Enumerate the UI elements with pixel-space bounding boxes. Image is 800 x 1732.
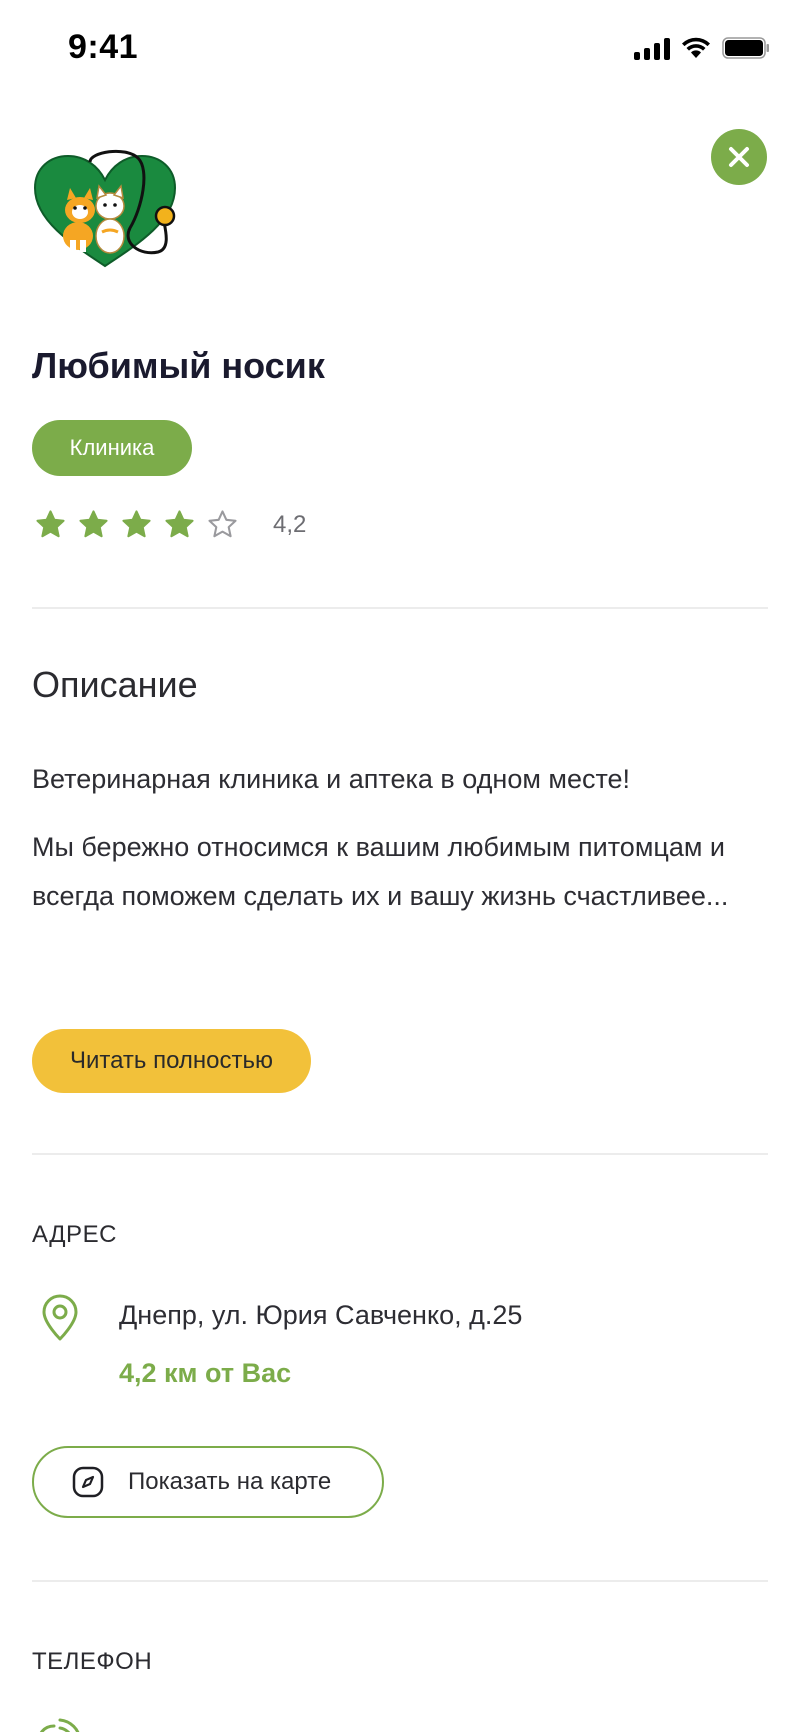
address-text: Днепр, ул. Юрия Савченко, д.25 [119,1300,523,1330]
compass-icon [72,1466,104,1498]
close-button[interactable] [711,129,767,185]
phone-icon [39,1718,80,1732]
show-on-map-button[interactable]: Показать на карте [32,1446,384,1518]
star-icon [165,510,194,538]
show-on-map-label: Показать на карте [128,1468,332,1495]
location-pin-icon [42,1294,78,1341]
status-icons [634,36,770,60]
divider [32,1580,768,1582]
battery-icon [722,37,769,59]
status-time: 9:41 [68,28,139,66]
close-icon [729,147,749,167]
description-paragraph-2: Мы бережно относимся к вашим любимым пит… [32,832,729,911]
phone-label: ТЕЛЕФОН [32,1648,153,1675]
clinic-detail-screen: 9:41 Любимый носик Клиника 4,2 Описание … [0,0,800,1732]
description-paragraph-1: Ветеринарная клиника и аптека в одном ме… [32,764,631,794]
divider [32,1153,768,1155]
clinic-logo [33,149,177,268]
rating-stars [34,508,239,541]
wifi-icon [682,37,710,58]
address-label: АДРЕС [32,1221,117,1248]
category-badge[interactable]: Клиника [32,420,192,476]
rating-value: 4,2 [273,510,307,538]
star-icon [79,510,108,538]
rating: 4,2 [34,508,306,541]
read-more-button[interactable]: Читать полностью [32,1029,311,1093]
star-icon [36,510,65,538]
description-title: Описание [32,664,198,705]
signal-icon [634,36,670,60]
clinic-title: Любимый носик [32,345,325,386]
star-icon [122,510,151,538]
distance-text: 4,2 км от Вас [119,1358,292,1388]
divider [32,607,768,609]
star-outline-icon [208,510,237,538]
status-bar: 9:41 [0,0,800,96]
